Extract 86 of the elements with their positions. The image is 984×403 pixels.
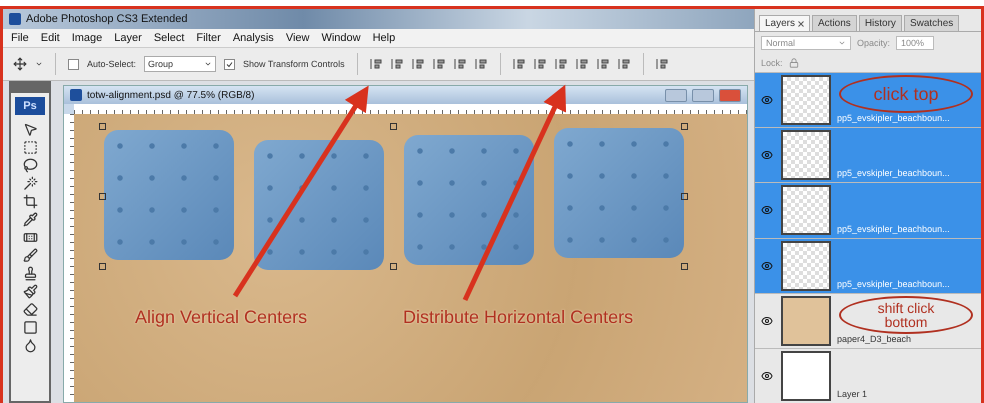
stamp-tool-icon[interactable]: [22, 266, 38, 281]
layer-name: Layer 1: [837, 389, 868, 400]
align-icon[interactable]: [390, 58, 404, 70]
transform-handle[interactable]: [681, 123, 688, 130]
crop-tool-icon[interactable]: [22, 194, 38, 209]
align-icon[interactable]: [370, 58, 383, 70]
checkbox-label: Show Transform Controls: [243, 59, 345, 69]
lock-label: Lock:: [761, 58, 783, 68]
move-tool-icon[interactable]: [22, 122, 38, 137]
magic-wand-icon[interactable]: [22, 176, 38, 191]
window-title: Adobe Photoshop CS3 Extended: [26, 13, 188, 25]
eye-icon[interactable]: [761, 204, 773, 216]
document-title: totw-alignment.psd @ 77.5% (RGB/8): [87, 90, 256, 100]
align-icon[interactable]: [412, 58, 425, 70]
menu-item[interactable]: Image: [72, 32, 102, 44]
layer-name: pp5_evskipler_beachboun...: [837, 278, 950, 289]
layer-name: paper4_D3_beach: [837, 334, 912, 344]
caret-icon: [204, 60, 212, 68]
close-icon[interactable]: [798, 20, 804, 26]
layer-name: pp5_evskipler_beachboun...: [837, 168, 950, 178]
eye-icon[interactable]: [761, 370, 773, 382]
droplet-icon[interactable]: [22, 338, 38, 353]
transform-handle[interactable]: [99, 123, 106, 130]
distribute-icon[interactable]: [618, 58, 631, 70]
document-icon: [70, 89, 82, 101]
distribute-icon[interactable]: [576, 58, 589, 70]
marquee-tool-icon[interactable]: [22, 140, 38, 155]
distribute-icon[interactable]: [554, 58, 568, 70]
layer-name: pp5_evskipler_beachboun...: [837, 224, 950, 234]
bandage-icon[interactable]: [22, 230, 38, 245]
opacity-label: Opacity:: [857, 38, 890, 48]
lock-icon[interactable]: [788, 58, 799, 68]
menu-item[interactable]: Filter: [196, 32, 221, 44]
close-button[interactable]: [719, 88, 741, 102]
caret-icon: [838, 39, 846, 47]
brush-tool-icon[interactable]: [22, 248, 38, 263]
distribute-icon[interactable]: [512, 58, 526, 70]
distribute-icon[interactable]: [534, 58, 547, 70]
transform-handle[interactable]: [99, 193, 106, 200]
distribute-icon[interactable]: [596, 58, 610, 70]
eye-icon[interactable]: [761, 260, 773, 272]
menu-item[interactable]: Analysis: [232, 32, 274, 44]
panel-tab[interactable]: History: [858, 15, 902, 31]
transform-handle[interactable]: [390, 263, 397, 270]
group-dropdown[interactable]: Group: [144, 56, 216, 72]
lasso-tool-icon[interactable]: [22, 158, 38, 173]
transform-handle[interactable]: [390, 123, 397, 130]
menu-item[interactable]: Layer: [114, 32, 142, 44]
menu-item[interactable]: Select: [154, 32, 184, 44]
checkmark-icon: [226, 60, 234, 68]
caret-icon[interactable]: [35, 60, 43, 68]
annotation-ellipse: click top: [839, 75, 973, 113]
checkbox[interactable]: [68, 58, 79, 70]
checkbox[interactable]: [224, 58, 236, 70]
eyedropper-icon[interactable]: [22, 212, 38, 227]
move-tool-icon[interactable]: [13, 57, 27, 71]
panel-tab[interactable]: Layers: [759, 15, 810, 31]
menu-item[interactable]: Edit: [40, 32, 60, 44]
annotation-label: Align Vertical Centers: [135, 307, 308, 328]
menu-item[interactable]: Help: [372, 32, 396, 44]
app-logo: Ps: [15, 97, 45, 115]
annotation-ellipse: shift click bottom: [839, 296, 973, 334]
app-icon: [9, 13, 21, 25]
eraser-tool-icon[interactable]: [22, 302, 38, 317]
layer-row[interactable]: shift click bottom paper4_D3_beach: [755, 292, 981, 348]
layer-name: pp5_evskipler_beachboun...: [837, 113, 950, 124]
transform-handle[interactable]: [681, 263, 688, 270]
checkbox-label: Auto-Select:: [87, 59, 136, 69]
panel-tab[interactable]: Actions: [812, 15, 857, 31]
menu-item[interactable]: Window: [321, 32, 361, 44]
align-icon[interactable]: [454, 58, 467, 70]
eye-icon[interactable]: [761, 94, 773, 106]
menu-item[interactable]: View: [286, 32, 310, 44]
eye-icon[interactable]: [761, 149, 773, 162]
annotation-label: Distribute Horizontal Centers: [403, 307, 634, 328]
transform-handle[interactable]: [99, 263, 106, 270]
auto-align-icon[interactable]: [656, 58, 669, 70]
opacity-field[interactable]: 100%: [896, 36, 934, 50]
transform-handle[interactable]: [681, 193, 688, 200]
align-icon[interactable]: [474, 58, 488, 70]
menu-item[interactable]: File: [11, 32, 29, 44]
panel-tab[interactable]: Swatches: [904, 15, 960, 31]
eye-icon[interactable]: [761, 314, 773, 327]
align-icon[interactable]: [432, 58, 446, 70]
layer-row[interactable]: Layer 1: [755, 348, 981, 403]
blend-mode-dropdown[interactable]: Normal: [761, 36, 851, 50]
